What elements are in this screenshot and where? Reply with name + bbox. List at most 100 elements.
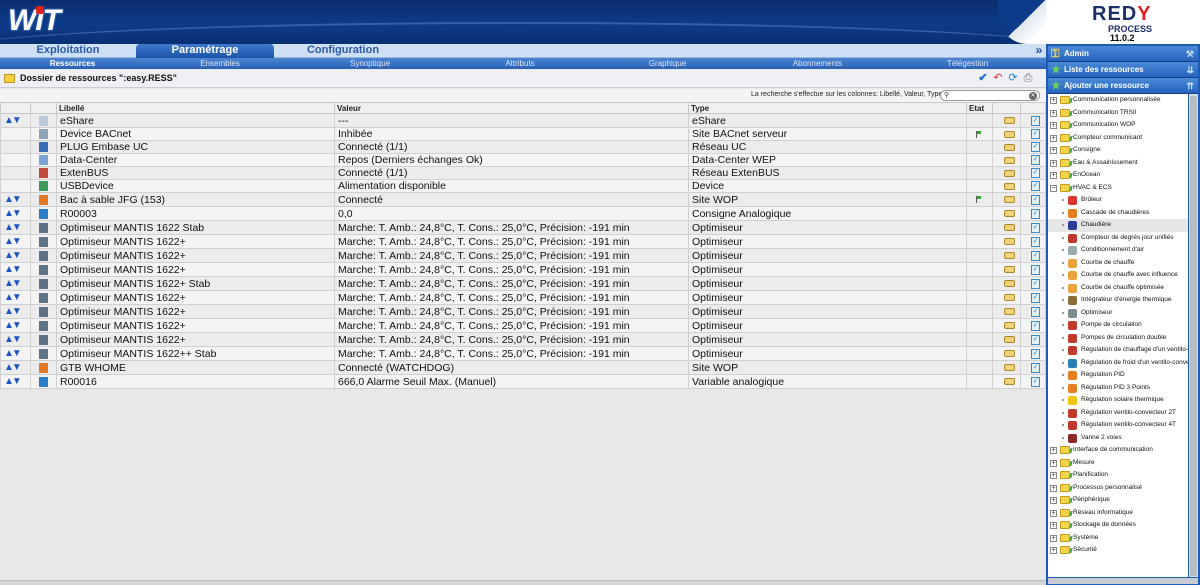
row-label[interactable]: eShare	[56, 113, 335, 128]
edit-pencil-icon[interactable]	[1004, 224, 1015, 232]
expand-icon[interactable]: +	[1050, 509, 1057, 517]
undo-icon[interactable]: ↶	[992, 72, 1004, 85]
table-row[interactable]: Device BACnet Inhibée Site BACnet serveur ✓	[0, 127, 1046, 141]
tab-exploitation[interactable]: Exploitation	[0, 44, 136, 58]
panel-add-header[interactable]: ★ Ajouter une ressource ⇈	[1048, 78, 1198, 94]
row-label[interactable]: ExtenBUS	[56, 166, 335, 180]
validate-document-icon[interactable]: ✓	[1031, 320, 1040, 331]
row-label[interactable]: Optimiseur MANTIS 1622+ Stab	[56, 276, 335, 291]
tree-item[interactable]: Régulation ventilo-convecteur 4T	[1048, 419, 1188, 432]
validate-document-icon[interactable]: ✓	[1031, 181, 1040, 192]
edit-pencil-icon[interactable]	[1004, 266, 1015, 274]
edit-pencil-icon[interactable]	[1004, 182, 1015, 190]
row-label[interactable]: GTB WHOME	[56, 360, 335, 375]
tree-category[interactable]: + Eau & Assainissement	[1048, 157, 1188, 170]
row-label[interactable]: Device BACnet	[56, 127, 335, 141]
tree-scrollbar-thumb[interactable]	[1190, 96, 1197, 576]
row-label[interactable]: Optimiseur MANTIS 1622+	[56, 262, 335, 277]
validate-document-icon[interactable]: ✓	[1031, 278, 1040, 289]
tree-category[interactable]: + Mesure	[1048, 457, 1188, 470]
row-label[interactable]: Bac à sable JFG (153)	[56, 192, 335, 207]
expand-icon[interactable]: +	[1050, 122, 1057, 129]
tree-item[interactable]: Courbe de chauffe optimisée	[1048, 282, 1188, 295]
validate-document-icon[interactable]: ✓	[1031, 292, 1040, 303]
table-row[interactable]: ▲▼ GTB WHOME Connecté (WATCHDOG) Site WOP ✓	[0, 360, 1046, 375]
row-label[interactable]: Data-Center	[56, 153, 335, 167]
clear-search-icon[interactable]: ✕	[1029, 92, 1037, 100]
edit-pencil-icon[interactable]	[1004, 169, 1015, 177]
panel-horizontal-scrollbar[interactable]	[1048, 578, 1198, 584]
sort-arrows-icon[interactable]: ▲▼	[4, 334, 22, 345]
table-row[interactable]: ▲▼ Optimiseur MANTIS 1622+ Marche: T. Amb.…	[0, 318, 1046, 333]
tree-item[interactable]: Chaudière	[1048, 219, 1188, 232]
table-row[interactable]: ▲▼ Optimiseur MANTIS 1622+ Stab Marche: T.…	[0, 276, 1046, 291]
tree-category[interactable]: + EnOcean	[1048, 169, 1188, 182]
tree-item[interactable]: Régulation de chauffage d'un ventilo-co.…	[1048, 344, 1188, 357]
column-header-libelle[interactable]: Libellé	[56, 102, 335, 114]
subtab-attributs[interactable]: Attributs	[445, 58, 595, 69]
tree-item[interactable]: Régulation de froid d'un ventilo-convect…	[1048, 357, 1188, 370]
table-row[interactable]: ExtenBUS Connecté (1/1) Réseau ExtenBUS ✓	[0, 166, 1046, 180]
table-row[interactable]: PLUG Embase UC Connecté (1/1) Réseau UC ✓	[0, 140, 1046, 154]
sort-arrows-icon[interactable]: ▲▼	[4, 236, 22, 247]
edit-pencil-icon[interactable]	[1004, 156, 1015, 164]
subtab-graphique[interactable]: Graphique	[595, 58, 740, 69]
edit-pencil-icon[interactable]	[1004, 196, 1015, 204]
tree-category[interactable]: + Communication WOP	[1048, 119, 1188, 132]
validate-document-icon[interactable]: ✓	[1031, 334, 1040, 345]
table-row[interactable]: ▲▼ Optimiseur MANTIS 1622++ Stab Marche: T…	[0, 346, 1046, 361]
edit-pencil-icon[interactable]	[1004, 364, 1015, 372]
sort-arrows-icon[interactable]: ▲▼	[4, 292, 22, 303]
validate-document-icon[interactable]: ✓	[1031, 142, 1040, 153]
subtab-ensembles[interactable]: Ensembles	[145, 58, 295, 69]
search-input[interactable]	[940, 90, 1040, 101]
tree-item[interactable]: Compteur de degrés jour unifiés	[1048, 232, 1188, 245]
tree-item[interactable]: Vanne 2 voies	[1048, 432, 1188, 445]
edit-pencil-icon[interactable]	[1004, 322, 1015, 330]
validate-document-icon[interactable]: ✓	[1031, 376, 1040, 387]
tree-item[interactable]: Régulation PID 3 Points	[1048, 382, 1188, 395]
row-label[interactable]: R00016	[56, 374, 335, 389]
table-row[interactable]: ▲▼ Optimiseur MANTIS 1622+ Marche: T. Amb.…	[0, 234, 1046, 249]
row-label[interactable]: USBDevice	[56, 179, 335, 193]
tree-scrollbar[interactable]	[1189, 94, 1198, 577]
validate-document-icon[interactable]: ✓	[1031, 250, 1040, 261]
edit-pencil-icon[interactable]	[1004, 238, 1015, 246]
sort-arrows-icon[interactable]: ▲▼	[4, 222, 22, 233]
validate-document-icon[interactable]: ✓	[1031, 362, 1040, 373]
tree-item[interactable]: Conditionnement d'air	[1048, 244, 1188, 257]
tree-item[interactable]: Régulation ventilo-convecteur 2T	[1048, 407, 1188, 420]
table-row[interactable]: ▲▼ Optimiseur MANTIS 1622+ Marche: T. Amb.…	[0, 304, 1046, 319]
sort-arrows-icon[interactable]: ▲▼	[4, 278, 22, 289]
tree-category[interactable]: + Réseau informatique	[1048, 507, 1188, 520]
row-label[interactable]: Optimiseur MANTIS 1622++ Stab	[56, 346, 335, 361]
tab-configuration[interactable]: Configuration	[274, 44, 412, 58]
tree-item[interactable]: Régulation PID	[1048, 369, 1188, 382]
table-row[interactable]: ▲▼ Optimiseur MANTIS 1622+ Marche: T. Amb.…	[0, 248, 1046, 263]
edit-pencil-icon[interactable]	[1004, 308, 1015, 316]
tree-item[interactable]: Cascade de chaudières	[1048, 207, 1188, 220]
table-row[interactable]: ▲▼ eShare --- eShare ✓	[0, 113, 1046, 128]
tree-category[interactable]: + Interface de communication	[1048, 444, 1188, 457]
subtab-synoptique[interactable]: Synoptique	[295, 58, 445, 69]
edit-pencil-icon[interactable]	[1004, 130, 1015, 138]
table-row[interactable]: Data-Center Repos (Derniers échanges Ok) D…	[0, 153, 1046, 167]
sort-arrows-icon[interactable]: ▲▼	[4, 208, 22, 219]
table-row[interactable]: ▲▼ R00003 0,0 Consigne Analogique ✓	[0, 206, 1046, 221]
print-icon[interactable]: ⎙	[1022, 72, 1034, 85]
validate-document-icon[interactable]: ✓	[1031, 168, 1040, 179]
row-label[interactable]: Optimiseur MANTIS 1622+	[56, 248, 335, 263]
sort-arrows-icon[interactable]: ▲▼	[4, 250, 22, 261]
table-row[interactable]: ▲▼ Optimiseur MANTIS 1622+ Marche: T. Amb.…	[0, 262, 1046, 277]
tree-item[interactable]: Régulation solaire thermique	[1048, 394, 1188, 407]
validate-document-icon[interactable]: ✓	[1031, 264, 1040, 275]
tab-parametrage[interactable]: Paramétrage	[136, 44, 274, 58]
edit-pencil-icon[interactable]	[1004, 294, 1015, 302]
sort-arrows-icon[interactable]: ▲▼	[4, 362, 22, 373]
validate-document-icon[interactable]: ✓	[1031, 348, 1040, 359]
expand-icon[interactable]: +	[1050, 484, 1057, 492]
validate-document-icon[interactable]: ✓	[1031, 306, 1040, 317]
add-collapse-icon[interactable]: ⇈	[1186, 78, 1194, 94]
table-row[interactable]: ▲▼ R00016 666,0 Alarme Seuil Max. (Manuel)…	[0, 374, 1046, 389]
expand-icon[interactable]: +	[1050, 522, 1057, 529]
